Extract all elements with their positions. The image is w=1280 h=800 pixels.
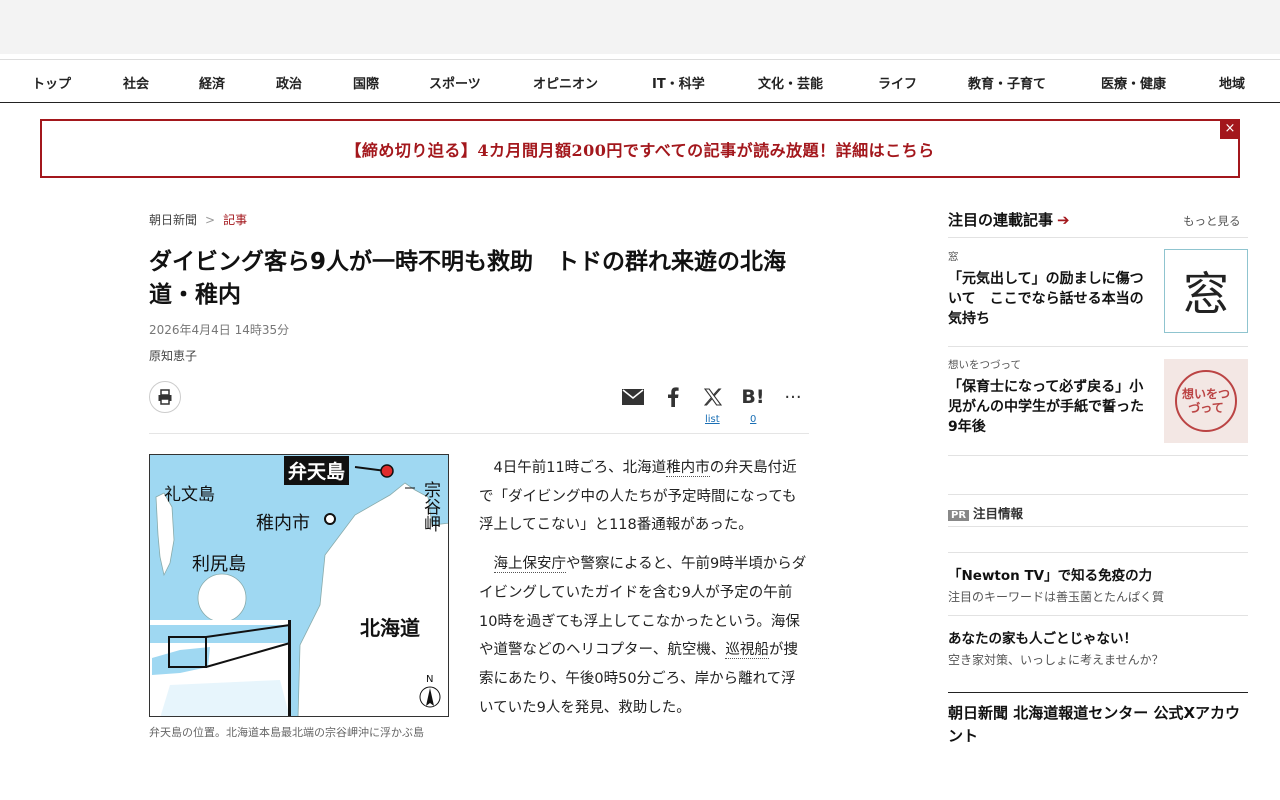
map-label-rishiri: 利尻島	[192, 554, 246, 575]
article-title: ダイビング客ら9人が一時不明も救助 トドの群れ来遊の北海道・稚内	[149, 249, 787, 308]
breadcrumb: 朝日新聞 > 記事	[149, 211, 247, 228]
breadcrumb-current[interactable]: 記事	[223, 213, 247, 227]
serial-thumbnail: 窓	[1164, 249, 1248, 333]
close-icon[interactable]: ×	[1220, 119, 1240, 139]
print-button[interactable]	[149, 381, 181, 413]
keyword-link-coastguard[interactable]: 海上保安庁	[493, 556, 566, 574]
nav-item-society[interactable]: 社会	[123, 73, 149, 92]
divider	[948, 526, 1248, 527]
hatena-count[interactable]: 0	[750, 414, 756, 425]
x-icon	[704, 388, 722, 406]
pr-heading: PR 注目情報	[948, 503, 1023, 522]
pr-title: 「Newton TV」で知る免疫の力	[948, 568, 1153, 584]
north-label: N	[426, 674, 434, 685]
map-label-rebun: 礼文島	[164, 485, 215, 505]
keyword-link-wakkanai[interactable]: 稚内市	[666, 460, 710, 477]
thumbnail-text: 想いをつづって	[1181, 387, 1230, 415]
serial-title: 「保育士になって必ず戻る」小児がんの中学生が手紙で誓った9年後	[948, 379, 1144, 435]
pr-badge: PR	[948, 510, 970, 521]
map-label-hokkaido: 北海道	[360, 616, 420, 640]
pr-title: あなたの家も人ごとじゃない！	[948, 631, 1137, 647]
hatena-share-button[interactable]: B!	[741, 385, 765, 409]
article-body: 4日午前11時ごろ、北海道稚内市の弁天島付近で「ダイビング中の人たちが予定時間に…	[479, 454, 809, 744]
divider	[948, 552, 1248, 553]
more-icon: ···	[784, 386, 802, 408]
nav-item-education[interactable]: 教育・子育て	[968, 73, 1046, 92]
top-header-bar	[0, 0, 1280, 54]
more-share-button[interactable]: ···	[781, 385, 805, 409]
mail-share-button[interactable]	[621, 385, 645, 409]
more-link[interactable]: もっと見る	[1183, 213, 1241, 229]
nav-item-health[interactable]: 医療・健康	[1101, 73, 1166, 92]
paragraph-1: 4日午前11時ごろ、北海道稚内市の弁天島付近で「ダイビング中の人たちが予定時間に…	[479, 454, 809, 540]
facebook-icon	[668, 387, 679, 407]
nav-item-culture[interactable]: 文化・芸能	[758, 73, 823, 92]
banner-link[interactable]: 【締め切り迫る】4カ月間月額200円ですべての記事が読み放題！詳細はこちら	[345, 137, 934, 161]
map-label-soya: 宗谷岬	[420, 481, 440, 532]
divider	[948, 455, 1248, 456]
nav-item-opinion[interactable]: オピニオン	[533, 73, 598, 92]
x-share-button[interactable]	[701, 385, 725, 409]
print-icon	[158, 389, 172, 405]
main-nav: トップ 社会 経済 政治 国際 スポーツ オピニオン IT・科学 文化・芸能 ラ…	[0, 59, 1280, 103]
serial-heading-text: 注目の連載記事	[948, 211, 1054, 229]
nav-item-life[interactable]: ライフ	[878, 73, 917, 92]
serial-section-heading[interactable]: 注目の連載記事 ➔	[948, 209, 1070, 230]
map-label-bentenjima: 弁天島	[284, 456, 350, 485]
breadcrumb-home[interactable]: 朝日新聞	[149, 213, 197, 227]
divider	[948, 237, 1248, 238]
nav-item-politics[interactable]: 政治	[276, 73, 302, 92]
divider	[948, 692, 1248, 693]
serial-item-omoi[interactable]: 想いをつづって 「保育士になって必ず戻る」小児がんの中学生が手紙で誓った9年後 …	[948, 357, 1248, 445]
pr-heading-text: 注目情報	[973, 506, 1024, 521]
map-label-wakkanai: 稚内市	[256, 513, 310, 534]
share-divider	[149, 433, 809, 434]
map-caption: 弁天島の位置。北海道本島最北端の宗谷岬沖に浮かぶ島	[149, 726, 424, 739]
location-map: 弁天島 礼文島 稚内市 利尻島 宗谷岬 北海道 N	[149, 454, 449, 717]
nav-item-economy[interactable]: 経済	[199, 73, 225, 92]
p1-text-a: 4日午前11時ごろ、北海道	[493, 460, 667, 476]
x-list-link[interactable]: list	[705, 414, 720, 425]
pr-subtitle: 注目のキーワードは善玉菌とたんぱく質	[948, 590, 1165, 604]
mail-icon	[622, 389, 644, 405]
subscription-banner: 【締め切り迫る】4カ月間月額200円ですべての記事が読み放題！詳細はこちら ×	[40, 119, 1240, 178]
pr-item[interactable]: あなたの家も人ごとじゃない！ 空き家対策、いっしょに考えませんか？	[948, 629, 1248, 668]
divider	[948, 494, 1248, 495]
divider	[948, 346, 1248, 347]
divider	[948, 615, 1248, 616]
pr-subtitle: 空き家対策、いっしょに考えませんか？	[948, 653, 1164, 667]
nav-item-sports[interactable]: スポーツ	[429, 73, 481, 92]
breadcrumb-separator: >	[205, 213, 216, 227]
article-date: 2026年4月4日 14時35分	[149, 323, 290, 337]
facebook-share-button[interactable]	[661, 385, 685, 409]
nav-item-it-science[interactable]: IT・科学	[652, 73, 705, 92]
thumbnail-text: 窓	[1183, 267, 1229, 321]
pr-item[interactable]: 「Newton TV」で知る免疫の力 注目のキーワードは善玉菌とたんぱく質	[948, 566, 1248, 605]
nav-item-international[interactable]: 国際	[353, 73, 379, 92]
serial-item-mado[interactable]: 窓 「元気出して」の励ましに傷ついて ここでなら話せる本当の気持ち 窓	[948, 249, 1248, 337]
arrow-right-icon: ➔	[1057, 211, 1070, 229]
serial-thumbnail: 想いをつづって	[1164, 359, 1248, 443]
x-account-heading[interactable]: 朝日新聞 北海道報道センター 公式Xアカウント	[948, 702, 1248, 748]
nav-item-top[interactable]: トップ	[32, 73, 71, 92]
paragraph-2: 海上保安庁や警察によると、午前9時半頃からダイビングしていたガイドを含む9人が予…	[479, 550, 809, 722]
nav-item-region[interactable]: 地域	[1219, 73, 1245, 92]
keyword-link-patrol-ship[interactable]: 巡視船	[725, 642, 769, 660]
serial-title: 「元気出して」の励ましに傷ついて ここでなら話せる本当の気持ち	[948, 271, 1144, 327]
article-author[interactable]: 原知恵子	[149, 347, 197, 364]
hatena-icon: B!	[741, 386, 765, 408]
